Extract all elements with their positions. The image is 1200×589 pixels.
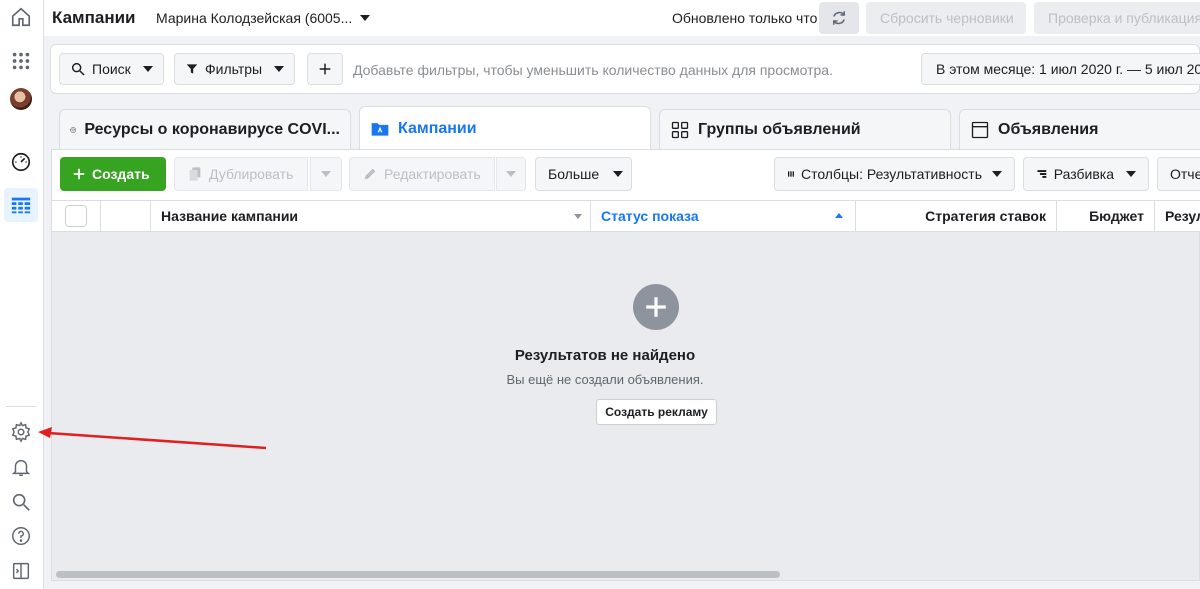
account-name: Марина Колодзейская (6005... [156, 10, 353, 26]
select-all-cell [52, 201, 101, 231]
sort-down-icon [574, 214, 582, 219]
filter-hint: Добавьте фильтры, чтобы уменьшить количе… [353, 62, 833, 78]
column-budget[interactable]: Бюджет [1057, 201, 1155, 231]
refresh-button[interactable] [819, 2, 859, 34]
ad-window-icon [971, 121, 989, 138]
duplicate-button[interactable]: Дублировать [174, 157, 308, 191]
breakdown-button[interactable]: Разбивка [1023, 157, 1149, 191]
edit-button[interactable]: Редактировать [349, 157, 495, 191]
tab-ad-sets[interactable]: Группы объявлений [659, 109, 951, 149]
add-filter-button[interactable] [307, 53, 343, 85]
avatar[interactable] [4, 82, 38, 116]
bell-icon[interactable] [4, 450, 38, 484]
chevron-down-icon [506, 171, 516, 177]
chevron-down-icon [992, 171, 1002, 177]
table-header: Название кампании Статус показа Стратеги… [52, 200, 1200, 232]
tab-label: Ресурсы о коронавирусе COVI... [84, 120, 340, 138]
column-label: Резул [1165, 208, 1200, 224]
help-icon[interactable] [4, 519, 38, 553]
empty-state-subtitle: Вы ещё не создали объявления. [506, 372, 704, 387]
columns-icon [787, 171, 794, 177]
heart-shield-icon [70, 126, 77, 133]
campaigns-panel: Создать Дублировать Редактировать Больше… [51, 149, 1200, 581]
column-label: Название кампании [161, 208, 299, 224]
filters-button[interactable]: Фильтры [174, 53, 296, 85]
columns-button[interactable]: Столбцы: Результативность [774, 157, 1015, 191]
add-circle-icon [633, 284, 679, 330]
tab-label: Кампании [398, 119, 477, 137]
review-publish-button[interactable]: Проверка и публикация [1034, 2, 1200, 34]
gear-icon[interactable] [4, 415, 38, 449]
plus-icon [319, 63, 331, 75]
plus-icon [73, 168, 85, 180]
tab-label: Группы объявлений [698, 120, 861, 138]
refresh-icon [833, 11, 845, 25]
actions-toolbar: Создать Дублировать Редактировать Больше… [52, 150, 1200, 200]
filter-funnel-icon [186, 64, 198, 74]
edit-label: Редактировать [384, 166, 481, 182]
chevron-down-icon [274, 66, 285, 72]
updated-status: Обновлено только что [672, 10, 818, 26]
tab-campaigns[interactable]: Кампании [359, 106, 651, 150]
chevron-down-icon [360, 15, 371, 21]
column-bid-strategy[interactable]: Стратегия ставок [856, 201, 1057, 231]
tab-ads[interactable]: Объявления [959, 109, 1200, 149]
search-label: Поиск [92, 61, 131, 77]
reports-label: Отче [1170, 166, 1200, 182]
breakdown-icon [1037, 170, 1047, 178]
sort-up-icon [835, 213, 843, 218]
tab-label: Объявления [998, 120, 1099, 138]
grid-icon [671, 121, 689, 138]
column-results[interactable]: Резул [1155, 201, 1200, 231]
chevron-down-icon [1126, 171, 1136, 177]
column-campaign-name[interactable]: Название кампании [151, 201, 591, 231]
chevron-down-icon [613, 171, 624, 177]
dashboard-gauge-icon[interactable] [4, 145, 38, 179]
more-label: Больше [548, 166, 600, 182]
folder-icon [371, 122, 389, 136]
filter-bar: Поиск Фильтры Добавьте фильтры, чтобы ум… [50, 44, 1200, 94]
edit-dropdown-button[interactable] [496, 157, 526, 191]
more-button[interactable]: Больше [535, 157, 632, 191]
chevron-down-icon [142, 66, 153, 72]
empty-state-title: Результатов не найдено [514, 347, 696, 364]
column-delivery-status[interactable]: Статус показа [591, 201, 856, 231]
top-header: Кампании Марина Колодзейская (6005... Об… [44, 0, 1200, 36]
create-ad-button[interactable]: Создать рекламу [596, 399, 717, 425]
side-panel-toggle-icon[interactable] [4, 554, 38, 588]
left-rail [0, 0, 44, 589]
rail-divider [6, 406, 36, 407]
search-icon[interactable] [4, 485, 38, 519]
apps-grid-icon[interactable] [4, 44, 38, 78]
chevron-down-icon [321, 171, 331, 177]
horizontal-scrollbar[interactable] [56, 571, 780, 578]
annotation-arrow [38, 427, 267, 450]
column-label: Стратегия ставок [925, 208, 1046, 224]
breakdown-label: Разбивка [1053, 166, 1114, 182]
duplicate-dropdown-button[interactable] [310, 157, 342, 191]
toggle-column-header [101, 201, 151, 231]
column-label: Статус показа [601, 208, 699, 224]
create-label: Создать [92, 166, 150, 182]
select-all-checkbox[interactable] [65, 205, 87, 227]
ads-manager-table-icon[interactable] [4, 188, 38, 222]
page-title: Кампании [52, 8, 136, 27]
pencil-icon [364, 168, 376, 180]
discard-drafts-button[interactable]: Сбросить черновики [866, 2, 1026, 34]
tab-covid-resources[interactable]: Ресурсы о коронавирусе COVI... [59, 109, 351, 149]
create-button[interactable]: Создать [60, 157, 166, 191]
column-label: Бюджет [1089, 208, 1144, 224]
search-button[interactable]: Поиск [59, 53, 164, 85]
filters-label: Фильтры [205, 61, 263, 77]
search-icon [71, 62, 85, 76]
reports-button[interactable]: Отче [1157, 157, 1200, 191]
columns-label: Столбцы: Результативность [800, 166, 982, 182]
copy-icon [189, 167, 201, 181]
duplicate-label: Дублировать [209, 166, 294, 182]
home-icon[interactable] [4, 0, 38, 34]
date-range-picker[interactable]: В этом месяце: 1 июл 2020 г. — 5 июл 202… [921, 53, 1200, 85]
account-selector[interactable]: Марина Колодзейская (6005... [156, 10, 371, 26]
